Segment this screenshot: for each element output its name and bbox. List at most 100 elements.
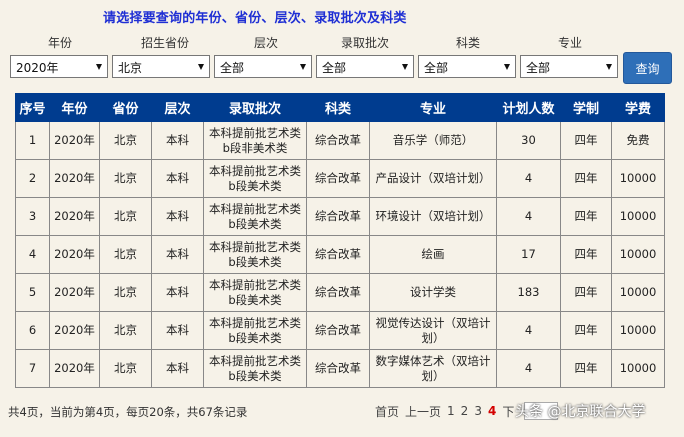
table-cell: 综合改革: [306, 273, 370, 312]
table-cell: 183: [496, 273, 561, 312]
table-cell: 产品设计（双培计划）: [369, 159, 497, 198]
table-cell: 四年: [560, 121, 612, 160]
table-cell: 本科: [151, 235, 204, 274]
query-button[interactable]: 查询: [623, 52, 672, 84]
table-cell: 北京: [99, 121, 152, 160]
table-row: 7 2020年 北京 本科 本科提前批艺术类b段美术类 综合改革 数字媒体艺术（…: [15, 349, 665, 388]
table-cell: 2020年: [49, 349, 100, 388]
filter-label-batch: 录取批次: [340, 36, 389, 50]
table-header-row: 序号 年份 省份 层次 录取批次 科类 专业 计划人数 学制 学费: [15, 93, 665, 122]
table-cell: 本科提前批艺术类b段美术类: [203, 349, 307, 388]
column-header: 专业: [369, 93, 497, 122]
province-select[interactable]: 北京: [112, 55, 210, 78]
table-cell: 17: [496, 235, 561, 274]
table-cell: 本科提前批艺术类b段美术类: [203, 235, 307, 274]
table-cell: 北京: [99, 273, 152, 312]
chevron-down-icon: [198, 64, 204, 70]
table-row: 1 2020年 北京 本科 本科提前批艺术类b段非美术类 综合改革 音乐学（师范…: [15, 121, 665, 160]
table-cell: 4: [496, 349, 561, 388]
filter-label-category: 科类: [455, 36, 480, 50]
page-link-3[interactable]: 3: [474, 404, 482, 418]
table-cell: 2: [15, 159, 50, 198]
table-cell: 综合改革: [306, 197, 370, 236]
table-cell: 10000: [611, 235, 665, 274]
table-cell: 数字媒体艺术（双培计划）: [369, 349, 497, 388]
column-header: 学费: [611, 93, 665, 122]
filter-label-year: 年份: [47, 36, 72, 50]
table-row: 3 2020年 北京 本科 本科提前批艺术类b段美术类 综合改革 环境设计（双培…: [15, 197, 665, 236]
table-cell: 5: [15, 273, 50, 312]
table-cell: 综合改革: [306, 159, 370, 198]
level-select-value: 全部: [220, 61, 245, 75]
column-header: 计划人数: [496, 93, 561, 122]
chevron-down-icon: [96, 64, 102, 70]
watermark: 头条 @北京联合大学: [515, 401, 645, 421]
major-select[interactable]: 全部: [520, 55, 618, 78]
table-cell: 7: [15, 349, 50, 388]
page-link-1[interactable]: 1: [447, 404, 455, 418]
category-select-value: 全部: [424, 61, 449, 75]
next-page-link[interactable]: 下: [502, 403, 514, 420]
table-cell: 设计学类: [369, 273, 497, 312]
table-cell: 视觉传达设计（双培计划）: [369, 311, 497, 350]
table-row: 6 2020年 北京 本科 本科提前批艺术类b段美术类 综合改革 视觉传达设计（…: [15, 311, 665, 350]
table-cell: 4: [496, 159, 561, 198]
year-select[interactable]: 2020年: [10, 55, 108, 78]
table-cell: 2020年: [49, 235, 100, 274]
year-select-value: 2020年: [16, 61, 59, 75]
table-cell: 2020年: [49, 197, 100, 236]
table-cell: 2020年: [49, 273, 100, 312]
table-cell: 10000: [611, 159, 665, 198]
table-cell: 4: [15, 235, 50, 274]
filter-label-province: 招生省份: [140, 36, 189, 50]
table-cell: 本科提前批艺术类b段非美术类: [203, 121, 307, 160]
category-select[interactable]: 全部: [418, 55, 516, 78]
chevron-down-icon: [402, 64, 408, 70]
table-row: 2 2020年 北京 本科 本科提前批艺术类b段美术类 综合改革 产品设计（双培…: [15, 159, 665, 198]
table-cell: 本科提前批艺术类b段美术类: [203, 311, 307, 350]
table-cell: 本科: [151, 349, 204, 388]
table-cell: 6: [15, 311, 50, 350]
table-cell: 2020年: [49, 159, 100, 198]
table-cell: 环境设计（双培计划）: [369, 197, 497, 236]
table-cell: 本科: [151, 311, 204, 350]
table-cell: 综合改革: [306, 311, 370, 350]
table-cell: 四年: [560, 235, 612, 274]
chevron-down-icon: [606, 64, 612, 70]
prev-page-link[interactable]: 上一页: [405, 403, 441, 420]
province-select-value: 北京: [118, 61, 143, 75]
table-cell: 本科: [151, 159, 204, 198]
page-title: 请选择要查询的年份、省份、层次、录取批次及科类: [103, 11, 407, 26]
major-select-value: 全部: [526, 61, 551, 75]
table-cell: 本科: [151, 197, 204, 236]
table-cell: 3: [15, 197, 50, 236]
level-select[interactable]: 全部: [214, 55, 312, 78]
table-cell: 绘画: [369, 235, 497, 274]
filter-label-level: 层次: [253, 36, 278, 50]
table-cell: 本科: [151, 121, 204, 160]
table-cell: 2020年: [49, 311, 100, 350]
column-header: 序号: [15, 93, 50, 122]
table-cell: 1: [15, 121, 50, 160]
table-cell: 北京: [99, 235, 152, 274]
table-cell: 10000: [611, 273, 665, 312]
batch-select[interactable]: 全部: [316, 55, 414, 78]
filter-labels: 年份 招生省份 层次 录取批次 科类 专业: [0, 34, 684, 52]
page-link-2[interactable]: 2: [461, 404, 469, 418]
column-header: 层次: [151, 93, 204, 122]
table-cell: 北京: [99, 159, 152, 198]
table-cell: 4: [496, 197, 561, 236]
column-header: 录取批次: [203, 93, 307, 122]
pagination-summary: 共4页，当前为第4页，每页20条，共67条记录: [8, 405, 248, 419]
table-cell: 30: [496, 121, 561, 160]
table-cell: 本科提前批艺术类b段美术类: [203, 273, 307, 312]
chevron-down-icon: [504, 64, 510, 70]
filter-label-major: 专业: [557, 36, 582, 50]
table-cell: 四年: [560, 311, 612, 350]
table-cell: 本科提前批艺术类b段美术类: [203, 197, 307, 236]
table-cell: 本科: [151, 273, 204, 312]
column-header: 年份: [49, 93, 100, 122]
first-page-link[interactable]: 首页: [375, 403, 399, 420]
table-cell: 综合改革: [306, 235, 370, 274]
column-header: 科类: [306, 93, 370, 122]
